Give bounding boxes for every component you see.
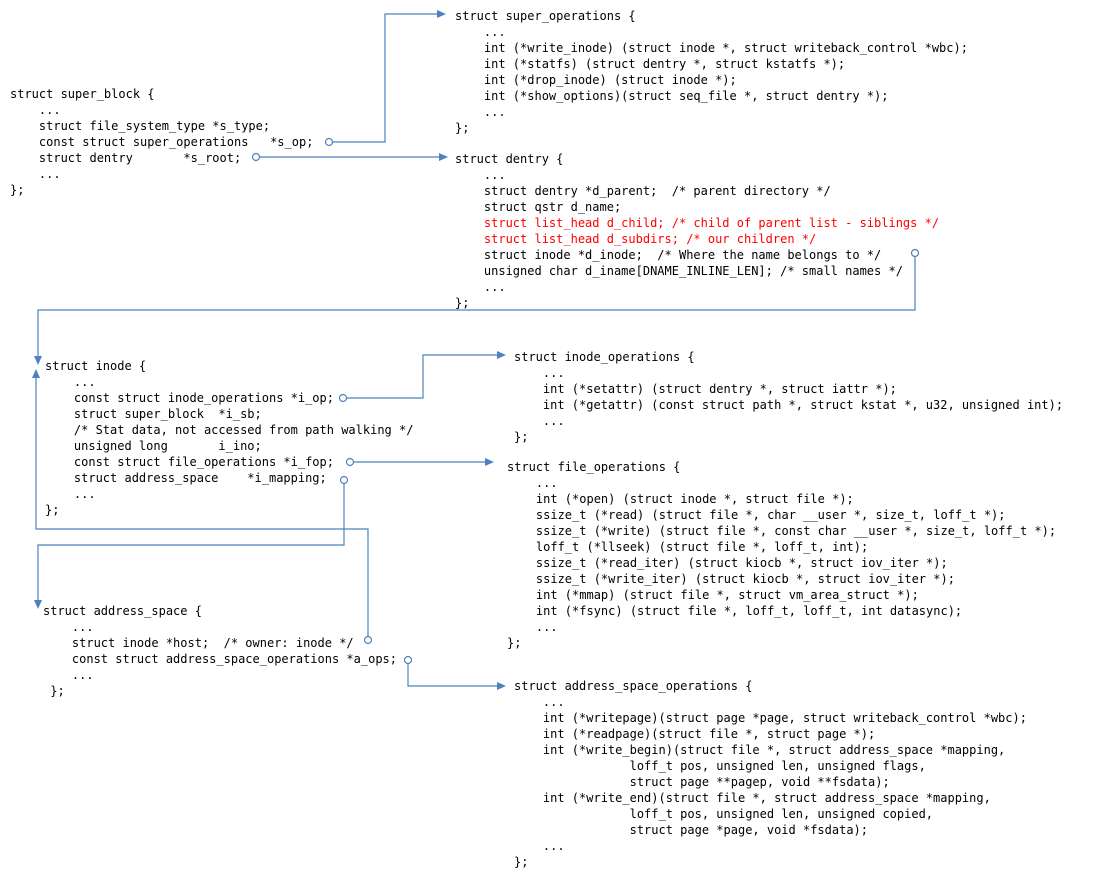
code-line: struct super_block {: [10, 87, 155, 101]
code-line: int (*getattr) (const struct path *, str…: [514, 398, 1064, 412]
code-line: ssize_t (*write_iter) (struct kiocb *, s…: [507, 572, 955, 586]
code-line: struct page *page, void *fsdata);: [514, 823, 869, 837]
code-line: ssize_t (*write) (struct file *, const c…: [507, 524, 1057, 538]
code-line: struct address_space_operations {: [514, 679, 753, 693]
code-line: ...: [45, 375, 96, 389]
code-line: const struct file_operations *i_fop;: [45, 455, 334, 469]
code-line: ...: [455, 25, 506, 39]
code-line: struct inode *host; /* owner: inode */: [43, 636, 354, 650]
code-line: loff_t (*llseek) (struct file *, loff_t,…: [507, 540, 869, 554]
code-line: struct inode *d_inode; /* Where the name…: [455, 248, 882, 262]
code-line: int (*write_end)(struct file *, struct a…: [514, 791, 991, 805]
code-line: };: [43, 684, 65, 698]
code-line: const struct address_space_operations *a…: [43, 652, 398, 666]
code-line: };: [514, 430, 529, 444]
code-line: const struct super_operations *s_op;: [10, 135, 314, 149]
connector-i-op-to-inode-operations: [338, 351, 506, 403]
code-line: ...: [43, 620, 94, 634]
code-line: ...: [45, 487, 96, 501]
code-line: int (*show_options)(struct seq_file *, s…: [455, 89, 889, 103]
code-line: struct dentry {: [455, 152, 564, 166]
code-line: ...: [514, 839, 565, 853]
code-line: struct inode_operations {: [514, 350, 695, 364]
connector-a-ops-to-address-space-operations: [403, 655, 506, 690]
code-line: struct file_operations {: [507, 460, 681, 474]
code-line: struct address_space *i_mapping;: [45, 471, 327, 485]
code-line: ...: [455, 168, 506, 182]
code-line: ...: [455, 280, 506, 294]
code-line: int (*open) (struct inode *, struct file…: [507, 492, 854, 506]
code-line: struct dentry *d_parent; /* parent direc…: [455, 184, 831, 198]
code-line: };: [455, 296, 470, 310]
code-line: unsigned long i_ino;: [45, 439, 262, 453]
code-line: int (*write_begin)(struct file *, struct…: [514, 743, 1006, 757]
code-line: int (*writepage)(struct page *page, stru…: [514, 711, 1027, 725]
code-line: const struct inode_operations *i_op;: [45, 391, 334, 405]
code-line: loff_t pos, unsigned len, unsigned flags…: [514, 759, 926, 773]
code-line: int (*mmap) (struct file *, struct vm_ar…: [507, 588, 919, 602]
code-line: ...: [10, 167, 61, 181]
code-line: ...: [514, 366, 565, 380]
connector-s-op-to-super-operations: [324, 10, 446, 147]
code-line: ...: [455, 105, 506, 119]
code-line: /* Stat data, not accessed from path wal…: [45, 423, 414, 437]
code-line: struct page **pagep, void **fsdata);: [514, 775, 890, 789]
code-line: };: [514, 855, 529, 869]
code-line: struct inode {: [45, 359, 147, 373]
code-line: ...: [514, 695, 565, 709]
code-line: unsigned char d_iname[DNAME_INLINE_LEN];…: [455, 264, 903, 278]
code-line: int (*setattr) (struct dentry *, struct …: [514, 382, 897, 396]
code-line: };: [455, 121, 470, 135]
connector-i-fop-to-file-operations: [345, 457, 494, 467]
code-line: };: [45, 503, 60, 517]
code-line-highlighted: struct list_head d_subdirs; /* our child…: [455, 232, 817, 246]
connector-s-root-to-dentry: [251, 152, 448, 162]
code-line: int (*write_inode) (struct inode *, stru…: [455, 41, 968, 55]
code-line: ...: [507, 620, 558, 634]
code-line: struct file_system_type *s_type;: [10, 119, 271, 133]
code-line: };: [10, 183, 25, 197]
code-line: ...: [507, 476, 558, 490]
code-line: int (*readpage)(struct file *, struct pa…: [514, 727, 876, 741]
code-line: struct super_block *i_sb;: [45, 407, 262, 421]
code-line: ...: [43, 668, 94, 682]
code-line: ssize_t (*read_iter) (struct kiocb *, st…: [507, 556, 948, 570]
code-line: struct super_operations {: [455, 9, 636, 23]
code-line: struct qstr d_name;: [455, 200, 622, 214]
code-line-highlighted: struct list_head d_child; /* child of pa…: [455, 216, 940, 230]
code-line: ...: [514, 414, 565, 428]
code-line: struct dentry *s_root;: [10, 151, 242, 165]
code-line: int (*fsync) (struct file *, loff_t, lof…: [507, 604, 963, 618]
code-line: struct address_space {: [43, 604, 202, 618]
code-line: int (*drop_inode) (struct inode *);: [455, 73, 737, 87]
code-line: ssize_t (*read) (struct file *, char __u…: [507, 508, 1006, 522]
code-line: };: [507, 636, 522, 650]
code-line: ...: [10, 103, 61, 117]
code-line: loff_t pos, unsigned len, unsigned copie…: [514, 807, 934, 821]
code-line: int (*statfs) (struct dentry *, struct k…: [455, 57, 846, 71]
